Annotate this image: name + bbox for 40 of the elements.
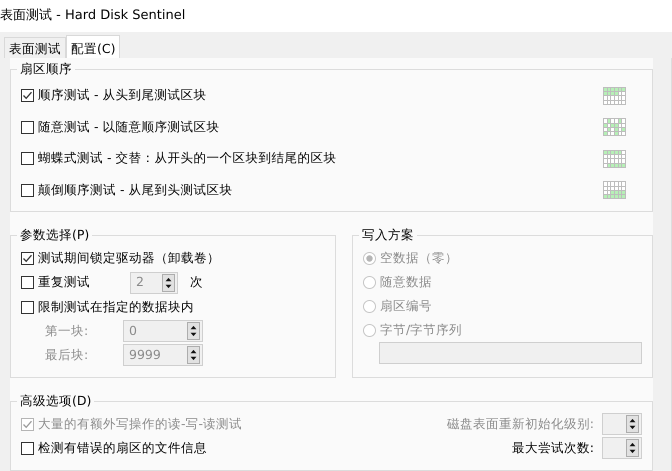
option-label: 字节/字节序列 (380, 320, 462, 339)
spin-buttons[interactable] (626, 439, 639, 457)
option-label: 扇区编号 (380, 296, 432, 315)
checkbox[interactable] (21, 252, 34, 264)
checkbox[interactable] (21, 300, 34, 314)
group-title: 写入方案 (361, 228, 415, 242)
pattern-icon (603, 150, 626, 168)
field-label: 最后块: (45, 346, 90, 364)
option-label: 检测有错误的扇区的文件信息 (38, 438, 207, 457)
tab[interactable]: 配置(C) (66, 35, 120, 58)
setting-label: 最大尝试次数: (512, 438, 594, 457)
group-title: 高级选项(D) (19, 394, 92, 408)
option-label: 重复测试 (38, 273, 91, 292)
option-label: 限制测试在指定的数据块内 (38, 298, 194, 316)
option-label: 蝴蝶式测试 - 交替：从开头的一个区块到结尾的区块 (38, 149, 336, 168)
checkbox[interactable] (21, 184, 34, 197)
pattern-icon (603, 86, 626, 105)
spin-field[interactable] (602, 413, 642, 435)
field-label: 第一块: (45, 322, 90, 340)
group-title: 扇区顺序 (19, 62, 73, 76)
option-label: 随意测试 - 以随意顺序测试区块 (38, 118, 220, 136)
option-label: 大量的有额外写操作的读-写-读测试 (38, 414, 242, 433)
option-label: 顺序测试 - 从头到尾测试区块 (38, 86, 206, 104)
group-title: 参数选择(P) (19, 228, 90, 242)
checkbox[interactable] (21, 89, 34, 102)
option-label: 随意数据 (380, 272, 432, 291)
option-label: 测试期间锁定驱动器（卸载卷） (38, 248, 220, 267)
pattern-icon (603, 118, 626, 136)
checkbox[interactable] (21, 442, 34, 454)
pattern-icon (603, 181, 626, 200)
option-label: 空数据（零） (380, 248, 458, 267)
window-title: 表面测试 - Hard Disk Sentinel (0, 8, 186, 23)
checkbox[interactable] (21, 152, 34, 166)
option-label: 颠倒顺序测试 - 从尾到头测试区块 (38, 180, 232, 199)
tab[interactable]: 表面测试 (4, 37, 66, 58)
spin-buttons[interactable] (626, 415, 639, 433)
unit-label: 次 (190, 273, 203, 292)
spin-field[interactable] (602, 437, 642, 459)
checkbox[interactable] (21, 120, 34, 134)
setting-label: 磁盘表面重新初始化级别: (446, 414, 594, 433)
